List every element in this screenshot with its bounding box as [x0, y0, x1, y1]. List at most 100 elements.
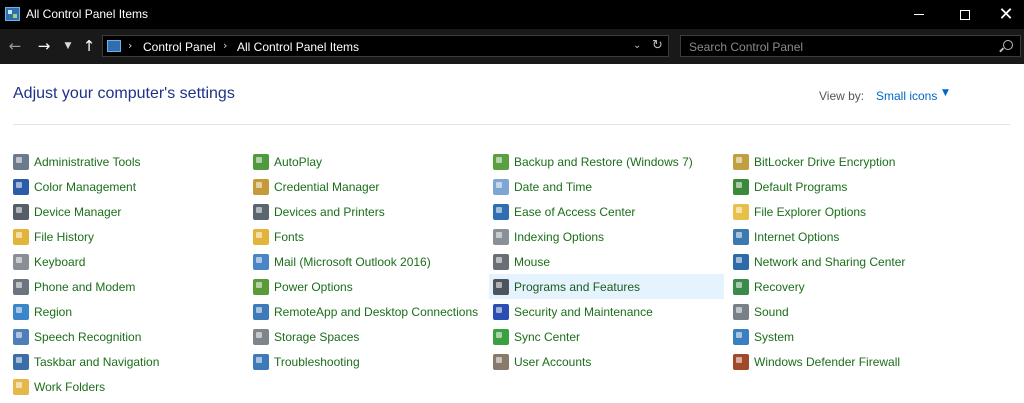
- backup-restore-icon: [493, 153, 509, 170]
- printer-icon: [253, 203, 269, 220]
- control-panel-item[interactable]: Programs and Features: [489, 274, 724, 299]
- control-panel-item[interactable]: Indexing Options: [489, 224, 724, 249]
- maximize-button[interactable]: [942, 0, 988, 29]
- control-panel-item-label: File History: [34, 229, 95, 244]
- control-panel-item[interactable]: Storage Spaces: [249, 324, 481, 349]
- control-panel-item-label: System: [754, 329, 795, 344]
- control-panel-item[interactable]: Color Management: [9, 174, 241, 199]
- control-panel-item-label: Troubleshooting: [274, 354, 360, 369]
- back-button[interactable]: ←: [6, 37, 24, 55]
- up-arrow-icon: ↑: [82, 37, 96, 55]
- control-panel-item-label: Region: [34, 304, 73, 319]
- troubleshooting-icon: [253, 353, 269, 370]
- control-panel-item[interactable]: Ease of Access Center: [489, 199, 724, 224]
- address-dropdown-icon[interactable]: ⌄: [633, 40, 641, 51]
- control-panel-item[interactable]: Fonts: [249, 224, 481, 249]
- control-panel-item-label: Indexing Options: [514, 229, 605, 244]
- default-programs-icon: [733, 178, 749, 195]
- search-icon[interactable]: [1003, 40, 1013, 50]
- control-panel-item[interactable]: Phone and Modem: [9, 274, 241, 299]
- control-panel-item[interactable]: Keyboard: [9, 249, 241, 274]
- control-panel-item[interactable]: Windows Defender Firewall: [729, 349, 961, 374]
- close-button[interactable]: ✕: [988, 0, 1024, 29]
- chevron-down-icon[interactable]: ▼: [942, 88, 949, 98]
- control-panel-item[interactable]: Speech Recognition: [9, 324, 241, 349]
- recent-locations-button[interactable]: ▼: [62, 37, 74, 55]
- control-panel-item[interactable]: Mail (Microsoft Outlook 2016): [249, 249, 481, 274]
- control-panel-item-label: File Explorer Options: [754, 204, 867, 219]
- control-panel-item[interactable]: RemoteApp and Desktop Connections: [249, 299, 481, 324]
- control-panel-item-label: Internet Options: [754, 229, 840, 244]
- firewall-icon: [733, 353, 749, 370]
- control-panel-item[interactable]: BitLocker Drive Encryption: [729, 149, 961, 174]
- programs-features-icon: [493, 278, 509, 295]
- forward-arrow-icon: →: [37, 37, 51, 55]
- control-panel-item-label: Fonts: [274, 229, 305, 244]
- up-button[interactable]: ↑: [80, 37, 98, 55]
- folder-options-icon: [733, 203, 749, 220]
- control-panel-item[interactable]: Network and Sharing Center: [729, 249, 961, 274]
- search-box[interactable]: Search Control Panel: [680, 35, 1021, 57]
- control-panel-item-label: AutoPlay: [274, 154, 323, 169]
- control-panel-item[interactable]: File Explorer Options: [729, 199, 961, 224]
- admin-tools-icon: [13, 153, 29, 170]
- control-panel-item[interactable]: Sound: [729, 299, 961, 324]
- control-panel-item[interactable]: Taskbar and Navigation: [9, 349, 241, 374]
- address-bar[interactable]: › Control Panel › All Control Panel Item…: [102, 35, 669, 57]
- internet-options-icon: [733, 228, 749, 245]
- control-panel-item-label: Programs and Features: [514, 279, 641, 294]
- system-icon: [733, 328, 749, 345]
- title-bar: All Control Panel Items ✕: [0, 0, 1024, 29]
- control-panel-item[interactable]: Troubleshooting: [249, 349, 481, 374]
- control-panel-item[interactable]: Devices and Printers: [249, 199, 481, 224]
- navigation-bar: ← → ▼ ↑ › Control Panel › All Control Pa…: [0, 29, 1024, 64]
- breadcrumb-control-panel[interactable]: Control Panel: [143, 40, 216, 54]
- view-by-dropdown[interactable]: Small icons: [876, 89, 937, 103]
- items-column-1: Administrative Tools Color Management Devi…: [9, 149, 241, 399]
- file-history-icon: [13, 228, 29, 245]
- phone-modem-icon: [13, 278, 29, 295]
- control-panel-item[interactable]: Region: [9, 299, 241, 324]
- control-panel-item[interactable]: Work Folders: [9, 374, 241, 399]
- control-panel-item[interactable]: Date and Time: [489, 174, 724, 199]
- taskbar-icon: [13, 353, 29, 370]
- control-panel-item[interactable]: Internet Options: [729, 224, 961, 249]
- search-input[interactable]: Search Control Panel: [689, 40, 803, 54]
- control-panel-item-label: Taskbar and Navigation: [34, 354, 160, 369]
- device-manager-icon: [13, 203, 29, 220]
- breadcrumb-all-items[interactable]: All Control Panel Items: [237, 40, 359, 54]
- control-panel-item[interactable]: Device Manager: [9, 199, 241, 224]
- control-panel-item-label: Sync Center: [514, 329, 581, 344]
- control-panel-item[interactable]: Power Options: [249, 274, 481, 299]
- control-panel-item-label: Device Manager: [34, 204, 122, 219]
- control-panel-item[interactable]: Default Programs: [729, 174, 961, 199]
- control-panel-item-label: User Accounts: [514, 354, 592, 369]
- color-management-icon: [13, 178, 29, 195]
- control-panel-item[interactable]: Mouse: [489, 249, 724, 274]
- sound-icon: [733, 303, 749, 320]
- control-panel-item[interactable]: AutoPlay: [249, 149, 481, 174]
- control-panel-item[interactable]: Security and Maintenance: [489, 299, 724, 324]
- control-panel-item-label: Date and Time: [514, 179, 593, 194]
- control-panel-item-label: Keyboard: [34, 254, 86, 269]
- control-panel-item[interactable]: Credential Manager: [249, 174, 481, 199]
- control-panel-item[interactable]: Recovery: [729, 274, 961, 299]
- control-panel-item-label: Ease of Access Center: [514, 204, 636, 219]
- control-panel-item-label: Devices and Printers: [274, 204, 385, 219]
- control-panel-icon: [107, 40, 121, 52]
- control-panel-item[interactable]: System: [729, 324, 961, 349]
- minimize-button[interactable]: [896, 0, 942, 29]
- forward-button[interactable]: →: [35, 37, 53, 55]
- close-icon: ✕: [998, 3, 1014, 25]
- control-panel-item[interactable]: Administrative Tools: [9, 149, 241, 174]
- breadcrumb-separator-icon: ›: [128, 39, 133, 52]
- control-panel-item[interactable]: Backup and Restore (Windows 7): [489, 149, 724, 174]
- refresh-icon[interactable]: ↻: [652, 38, 663, 53]
- control-panel-item[interactable]: User Accounts: [489, 349, 724, 374]
- control-panel-item[interactable]: Sync Center: [489, 324, 724, 349]
- control-panel-item-label: RemoteApp and Desktop Connections: [274, 304, 479, 319]
- minimize-icon: [914, 14, 924, 15]
- control-panel-item-label: Network and Sharing Center: [754, 254, 906, 269]
- control-panel-item[interactable]: File History: [9, 224, 241, 249]
- back-arrow-icon: ←: [8, 37, 22, 55]
